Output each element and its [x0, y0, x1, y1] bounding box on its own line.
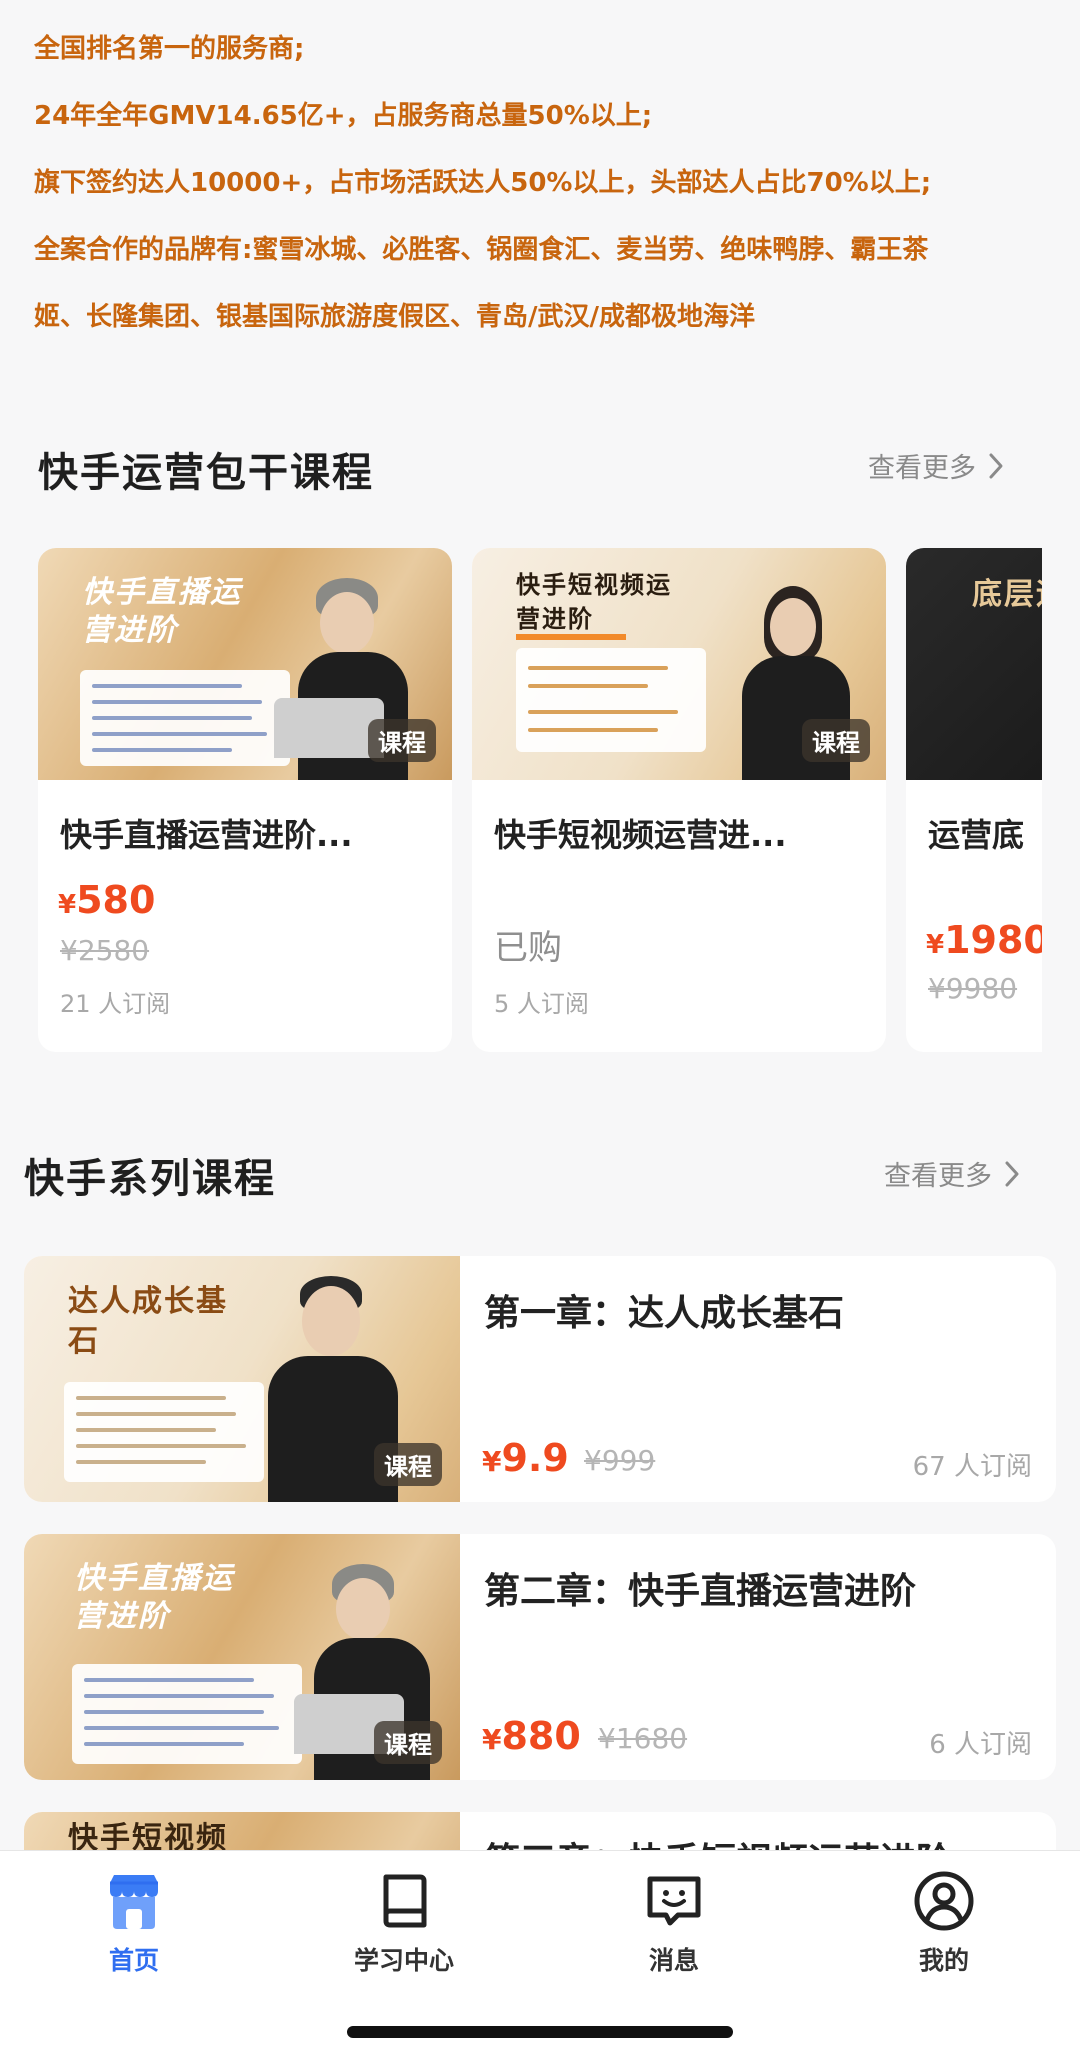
series-course-item[interactable]: 快手直播运营进阶 课程 第二章：快手直播运营进阶 ¥880 ¥1680 6 人订… [24, 1534, 1056, 1780]
intro-line: 全国排名第一的服务商; [34, 34, 305, 64]
course-title: 快手直播运营进阶... [60, 816, 353, 854]
course-thumbnail: 快手直播运营进阶 课程 [24, 1534, 460, 1780]
see-more-label: 查看更多 [884, 1161, 992, 1192]
book-icon [383, 1874, 427, 1928]
course-thumbnail: 达人成长基石 课程 [24, 1256, 460, 1502]
course-original-price: ¥2580 [60, 934, 150, 967]
see-more-package-courses[interactable]: 查看更多 [868, 446, 1004, 485]
course-thumbnail: 快手短视频运营进阶 课程 [472, 548, 886, 780]
course-card[interactable]: 底层运营 运营底 ¥1980 ¥9980 [906, 548, 1042, 1052]
course-subscribers: 21 人订阅 [60, 990, 171, 1018]
thumbnail-document-graphic [64, 1382, 264, 1482]
course-badge: 课程 [802, 719, 870, 762]
course-title: 运营底 [928, 816, 1025, 854]
see-more-series-courses[interactable]: 查看更多 [884, 1154, 1020, 1193]
course-thumbnail: 底层运营 [906, 548, 1042, 780]
tab-messages[interactable]: 消息 [594, 1869, 754, 1977]
series-course-item[interactable]: 达人成长基石 课程 第一章：达人成长基石 ¥9.9 ¥999 67 人订阅 [24, 1256, 1056, 1502]
message-icon [647, 1876, 701, 1926]
course-thumbnail: 快手直播运营进阶 课程 [38, 548, 452, 780]
course-price: ¥9.9 [482, 1436, 569, 1480]
course-subscribers: 5 人订阅 [494, 990, 589, 1018]
course-badge: 课程 [368, 719, 436, 762]
course-title: 快手短视频运营进... [494, 816, 787, 854]
intro-text-block: 全国排名第一的服务商; 24年全年GMV14.65亿+，占服务商总量50%以上;… [34, 16, 1054, 351]
course-title: 第二章：快手直播运营进阶 [484, 1571, 917, 1612]
home-store-icon [110, 1875, 158, 1929]
thumbnail-document-graphic [72, 1664, 302, 1764]
tab-label: 消息 [648, 1946, 699, 1975]
thumbnail-title: 快手直播运营进阶 [82, 575, 242, 648]
section-title-package-courses: 快手运营包干课程 [38, 450, 374, 496]
tab-label: 学习中心 [353, 1946, 454, 1975]
course-subscribers: 67 人订阅 [912, 1452, 1032, 1482]
see-more-label: 查看更多 [868, 453, 976, 484]
thumbnail-title: 底层运营 [972, 577, 1042, 612]
thumbnail-title: 达人成长基石 [68, 1284, 228, 1359]
thumbnail-title: 快手直播运营进阶 [74, 1561, 234, 1634]
tab-profile[interactable]: 我的 [864, 1869, 1024, 1977]
intro-line: 旗下签约达人10000+，占市场活跃达人50%以上，头部达人占比70%以上; [34, 168, 932, 198]
course-price: ¥580 [58, 878, 156, 922]
intro-line: 姬、长隆集团、银基国际旅游度假区、青岛/武汉/成都极地海洋 [34, 302, 755, 332]
tab-learning-center[interactable]: 学习中心 [324, 1869, 484, 1977]
course-badge: 课程 [374, 1443, 442, 1486]
tab-label: 首页 [108, 1946, 159, 1975]
chevron-right-icon [1005, 1161, 1019, 1186]
tab-label: 我的 [918, 1946, 969, 1975]
tab-home[interactable]: 首页 [54, 1869, 214, 1977]
intro-line: 全案合作的品牌有:蜜雪冰城、必胜客、锅圈食汇、麦当劳、绝味鸭脖、霸王茶 [34, 235, 929, 265]
course-title: 第一章：达人成长基石 [484, 1293, 845, 1334]
package-courses-carousel[interactable]: 快手直播运营进阶 课程 快手直播运营进阶... ¥580 ¥2580 21 人订… [38, 548, 1042, 1052]
course-subscribers: 6 人订阅 [929, 1730, 1032, 1760]
section-title-series-courses: 快手系列课程 [24, 1156, 276, 1202]
home-indicator[interactable] [347, 2026, 733, 2038]
course-price: ¥880 [482, 1714, 581, 1758]
course-card[interactable]: 快手短视频运营进阶 课程 快手短视频运营进... 已购 5 人订阅 [472, 548, 886, 1052]
thumbnail-document-graphic [516, 648, 706, 752]
course-original-price: ¥1680 [598, 1722, 688, 1755]
course-price: ¥1980 [926, 918, 1042, 962]
thumbnail-document-graphic [80, 670, 290, 766]
course-original-price: ¥999 [584, 1444, 656, 1477]
course-badge: 课程 [374, 1721, 442, 1764]
thumbnail-title: 快手短视频运营进阶 [516, 571, 672, 633]
purchased-status: 已购 [494, 928, 562, 968]
chevron-right-icon [989, 453, 1003, 478]
course-original-price: ¥9980 [928, 972, 1018, 1005]
intro-line: 24年全年GMV14.65亿+，占服务商总量50%以上; [34, 101, 653, 131]
course-card[interactable]: 快手直播运营进阶 课程 快手直播运营进阶... ¥580 ¥2580 21 人订… [38, 548, 452, 1052]
user-icon [914, 1871, 974, 1931]
